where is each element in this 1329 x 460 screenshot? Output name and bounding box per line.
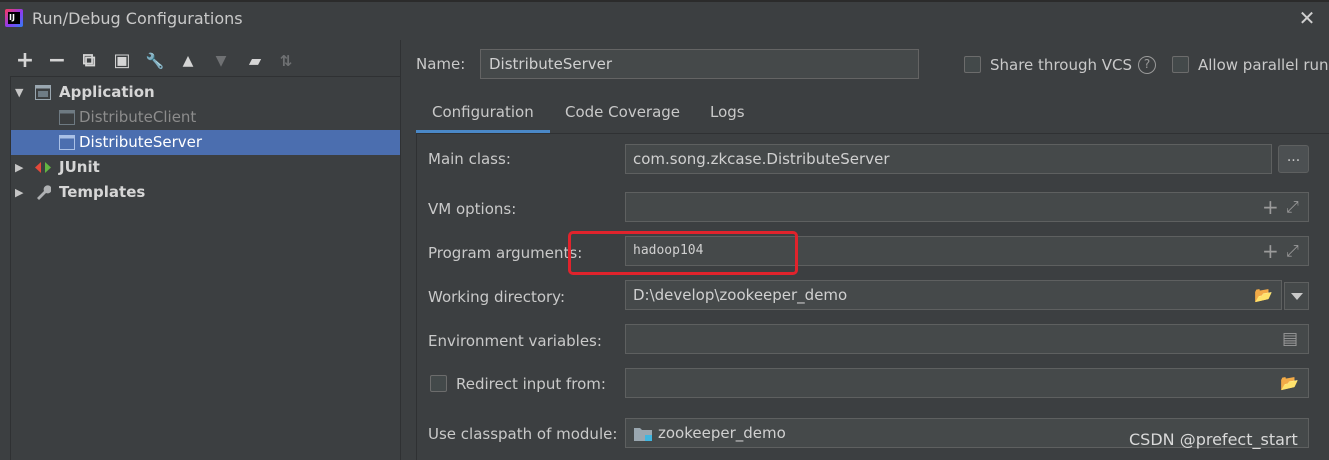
share-vcs-label: Share through VCS — [990, 56, 1133, 74]
expand-arrow-icon[interactable]: ▶ — [15, 180, 29, 205]
tree-item-application[interactable]: ▼ Application — [11, 80, 400, 105]
junit-icon — [35, 162, 51, 173]
allow-parallel-label: Allow parallel run — [1198, 56, 1329, 74]
sort-icon[interactable]: ⇅ — [273, 48, 299, 74]
document-icon[interactable]: ▤ — [1282, 330, 1298, 348]
folder-icon[interactable]: 📂 — [1254, 286, 1273, 304]
folder-icon[interactable]: 📂 — [1280, 374, 1299, 392]
tab-configuration[interactable]: Configuration — [416, 94, 550, 133]
title-bar: IJ Run/Debug Configurations ✕ — [0, 0, 1329, 40]
share-vcs-checkbox[interactable] — [964, 56, 981, 73]
main-class-label: Main class: — [428, 150, 511, 168]
tab-strip: Configuration Code Coverage Logs — [416, 94, 816, 133]
plus-icon[interactable]: + — [1262, 241, 1279, 261]
plus-icon[interactable]: + — [1262, 197, 1279, 217]
expand-icon[interactable]: ⤢ — [1286, 242, 1299, 260]
config-toolbar: + − ⧉ ▣ 🔧 ▲ ▼ ▰ ⇅ — [10, 48, 400, 76]
expand-arrow-icon[interactable]: ▶ — [15, 155, 29, 180]
tree-item-distributeserver[interactable]: DistributeServer — [11, 130, 400, 155]
configuration-tree: ▼ Application DistributeClient Distribut… — [10, 76, 400, 460]
working-directory-label: Working directory: — [428, 288, 566, 306]
program-arguments-value: hadoop104 — [633, 243, 704, 258]
working-directory-input[interactable]: D:\develop\zookeeper_demo 📂 — [625, 280, 1282, 310]
tree-item-distributeclient[interactable]: DistributeClient — [11, 105, 400, 130]
tab-logs[interactable]: Logs — [694, 94, 761, 133]
tree-item-label: DistributeServer — [79, 133, 203, 151]
program-arguments-input[interactable]: hadoop104 + ⤢ — [625, 236, 1309, 266]
module-folder-icon — [634, 428, 652, 441]
classpath-module-label: Use classpath of module: — [428, 425, 618, 443]
tree-item-label: DistributeClient — [79, 108, 197, 126]
configuration-panel: Main class: com.song.zkcase.DistributeSe… — [416, 133, 1329, 460]
program-arguments-label: Program arguments: — [428, 244, 583, 262]
add-icon[interactable]: + — [12, 48, 38, 74]
wrench-icon — [37, 185, 51, 200]
top-strip — [0, 0, 1329, 2]
chevron-down-icon — [1291, 293, 1303, 300]
name-input[interactable]: DistributeServer — [480, 49, 919, 79]
close-button[interactable]: ✕ — [1294, 6, 1320, 32]
new-folder-icon[interactable]: ▰ — [242, 48, 268, 74]
csdn-watermark: CSDN @prefect_start — [1129, 430, 1298, 449]
move-down-icon[interactable]: ▼ — [208, 48, 234, 74]
right-panel: Name: DistributeServer Share through VCS… — [400, 40, 1329, 460]
vm-options-input[interactable]: + ⤢ — [625, 192, 1309, 222]
redirect-input-label: Redirect input from: — [456, 375, 606, 393]
working-directory-value: D:\develop\zookeeper_demo — [633, 286, 848, 304]
tree-item-label: Application — [59, 83, 155, 101]
window-title: Run/Debug Configurations — [32, 9, 243, 28]
intellij-logo-icon: IJ — [5, 9, 23, 27]
application-folder-icon — [35, 85, 51, 100]
redirect-input-field[interactable]: 📂 — [625, 368, 1309, 398]
classpath-module-value: zookeeper_demo — [658, 424, 786, 442]
name-label: Name: — [416, 55, 466, 73]
logo-text: IJ — [8, 12, 20, 24]
move-up-icon[interactable]: ▲ — [175, 48, 201, 74]
tree-item-junit[interactable]: ▶ JUnit — [11, 155, 400, 180]
save-icon[interactable]: ▣ — [109, 48, 135, 74]
tree-item-templates[interactable]: ▶ Templates — [11, 180, 400, 205]
tree-item-label: Templates — [59, 183, 146, 201]
copy-icon[interactable]: ⧉ — [76, 48, 102, 74]
working-directory-dropdown[interactable] — [1284, 282, 1309, 310]
environment-variables-label: Environment variables: — [428, 332, 602, 350]
tree-item-label: JUnit — [59, 158, 100, 176]
help-icon[interactable]: ? — [1138, 56, 1156, 74]
allow-parallel-checkbox[interactable] — [1172, 56, 1189, 73]
vm-options-label: VM options: — [428, 200, 517, 218]
application-config-icon — [59, 135, 75, 150]
main-class-input[interactable]: com.song.zkcase.DistributeServer — [625, 144, 1272, 174]
expand-arrow-icon[interactable]: ▼ — [15, 80, 29, 105]
redirect-input-checkbox[interactable] — [430, 375, 447, 392]
application-config-icon — [59, 110, 75, 125]
environment-variables-input[interactable]: ▤ — [625, 324, 1309, 354]
tab-code-coverage[interactable]: Code Coverage — [549, 94, 696, 133]
remove-icon[interactable]: − — [44, 48, 70, 74]
expand-icon[interactable]: ⤢ — [1286, 198, 1299, 216]
wrench-icon[interactable]: 🔧 — [142, 48, 168, 74]
left-panel: + − ⧉ ▣ 🔧 ▲ ▼ ▰ ⇅ ▼ Application Distribu… — [0, 40, 400, 460]
browse-main-class-button[interactable]: ... — [1278, 145, 1309, 173]
